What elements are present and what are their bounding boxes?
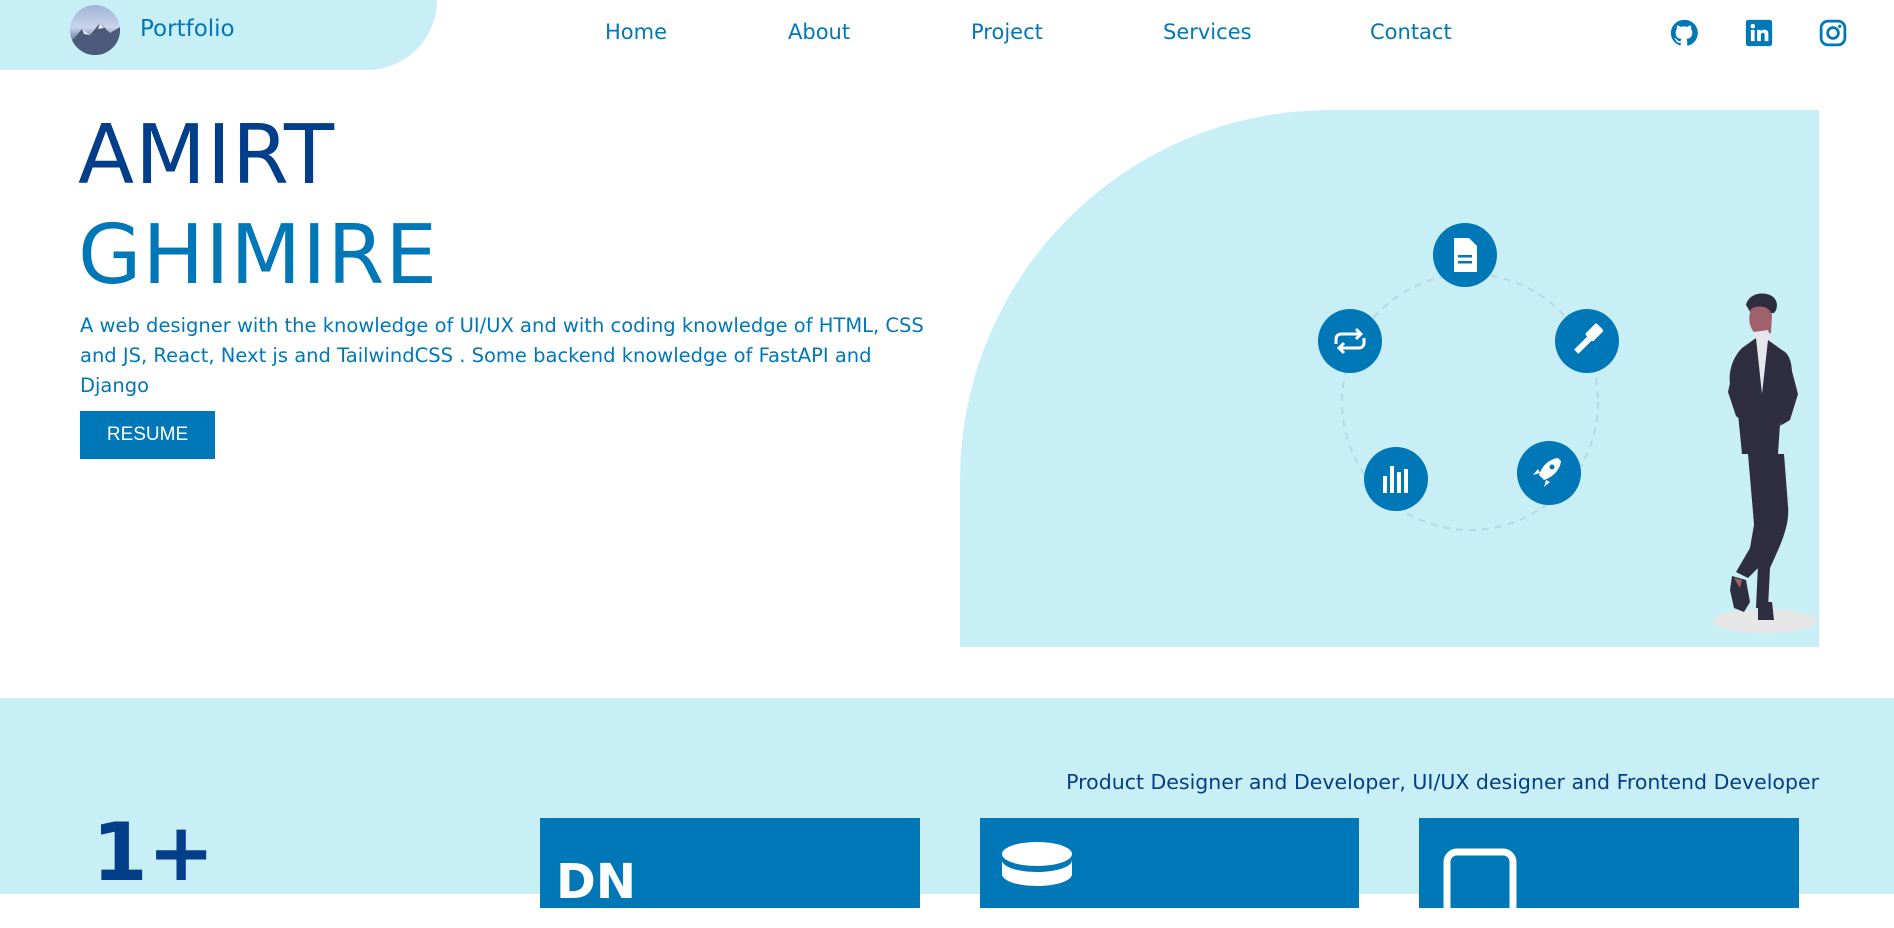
hero-illustration-panel <box>960 110 1819 647</box>
hero-first-name: AMIRT <box>78 108 336 203</box>
document-icon <box>1433 223 1497 287</box>
nav-contact[interactable]: Contact <box>1370 20 1452 44</box>
hero-illustration <box>1318 223 1817 633</box>
rocket-icon <box>1517 441 1581 505</box>
nav-project[interactable]: Project <box>971 20 1043 44</box>
repeat-icon <box>1318 309 1382 373</box>
hero-last-name: GHIMIRE <box>78 208 439 303</box>
brand-name[interactable]: Portfolio <box>140 16 235 42</box>
nav-services[interactable]: Services <box>1163 20 1252 44</box>
avatar[interactable] <box>70 5 120 55</box>
dn-text: DN <box>556 854 637 910</box>
nav-home[interactable]: Home <box>605 20 667 44</box>
hammer-icon <box>1555 309 1619 373</box>
skill-card-dn[interactable]: DN <box>540 818 920 910</box>
about-tagline: Product Designer and Developer, UI/UX de… <box>1066 770 1819 794</box>
database-icon <box>1002 842 1072 886</box>
device-icon <box>1443 848 1517 926</box>
skill-card-device[interactable] <box>1419 818 1799 926</box>
github-icon[interactable] <box>1669 18 1699 48</box>
instagram-icon[interactable] <box>1818 18 1848 48</box>
bar-chart-icon <box>1364 447 1428 511</box>
experience-stat: 1+ <box>92 806 215 899</box>
nav-about[interactable]: About <box>788 20 850 44</box>
person-illustration <box>1713 293 1817 633</box>
linkedin-icon[interactable] <box>1744 18 1774 48</box>
hero-description: A web designer with the knowledge of UI/… <box>80 314 924 397</box>
resume-button[interactable]: RESUME <box>80 411 215 459</box>
skill-card-database[interactable] <box>980 818 1359 908</box>
